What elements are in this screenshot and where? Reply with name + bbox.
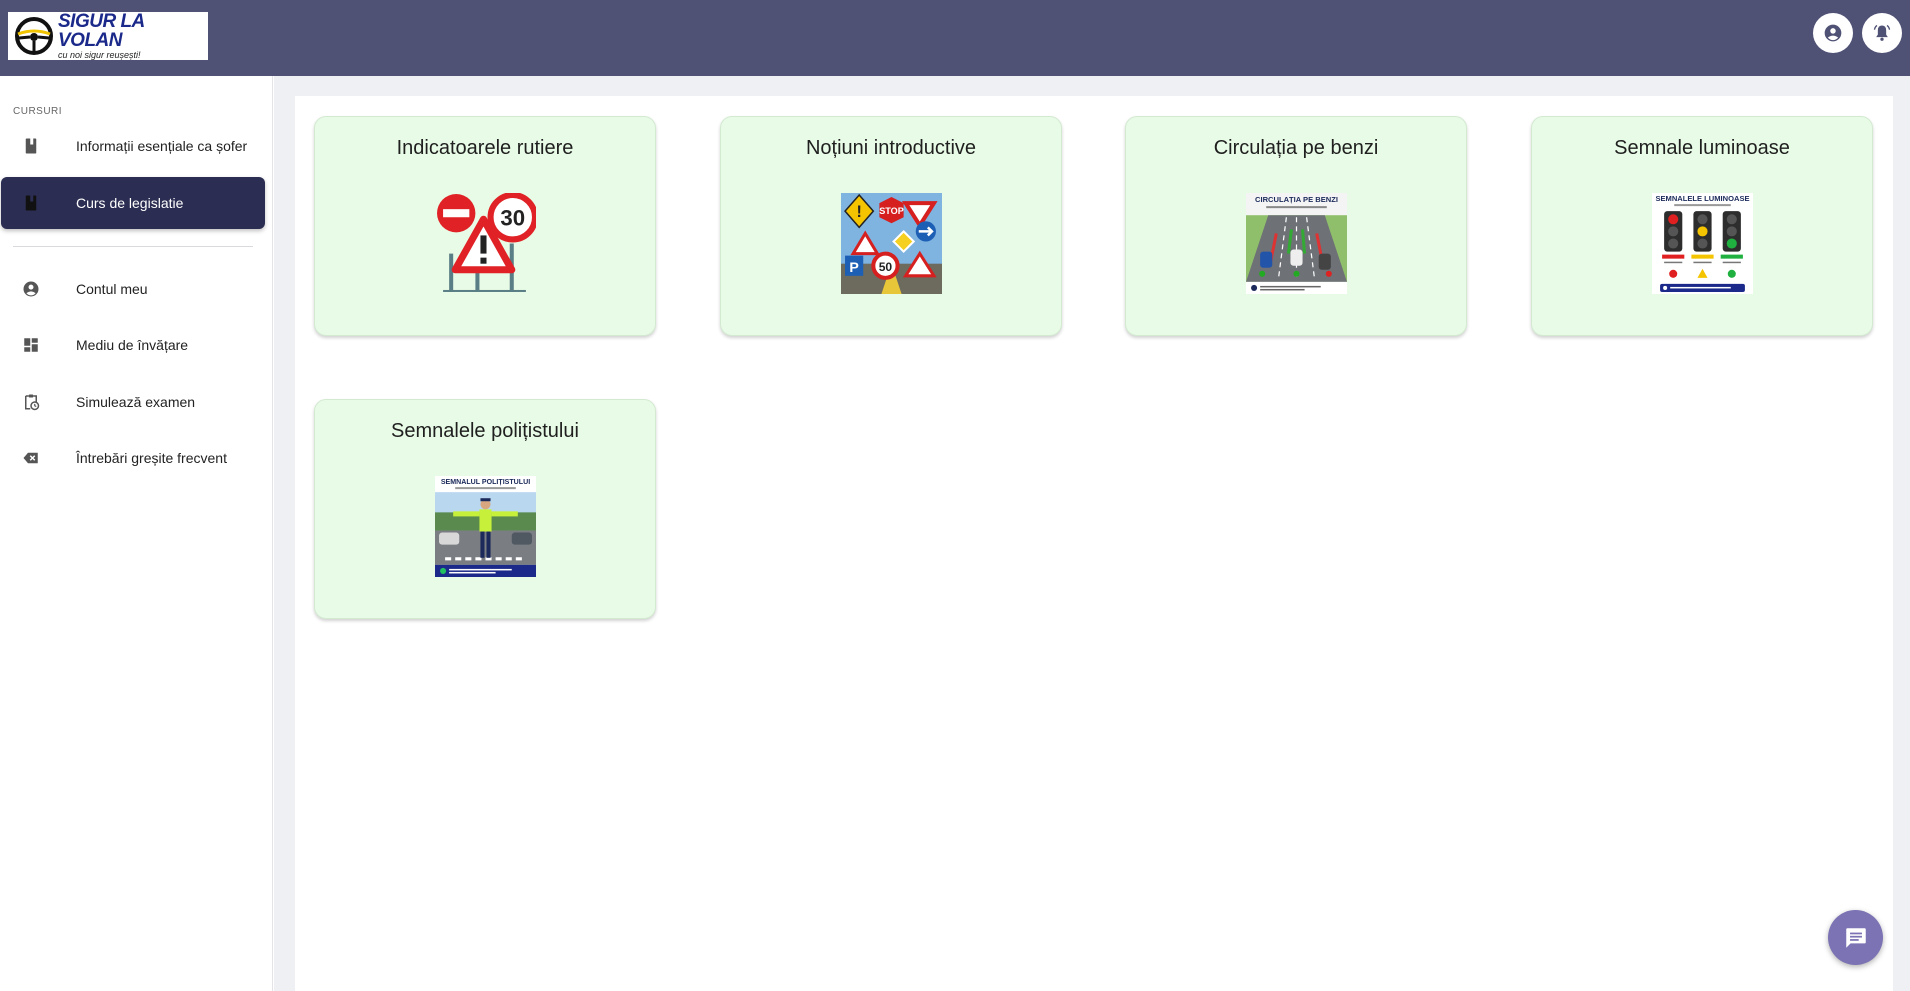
road-signs-illustration-icon: 30: [437, 193, 536, 292]
course-card-semnale-luminoase[interactable]: Semnale luminoase SEMNALELE LUMINOASE: [1531, 116, 1873, 336]
poster-title: CIRCULAȚIA PE BENZI: [1255, 195, 1338, 204]
brand-tagline: cu noi sigur reușești!: [58, 50, 141, 60]
dashboard-icon: [24, 338, 38, 352]
sidebar-item-label: Informații esențiale ca șofer: [76, 138, 248, 154]
sidebar-item-mediu-de-invatare[interactable]: Mediu de învățare: [1, 319, 265, 371]
svg-text:!: !: [856, 203, 861, 221]
course-card-notiuni-introductive[interactable]: Noțiuni introductive ! STOP P 50: [720, 116, 1062, 336]
course-card-indicatoarele-rutiere[interactable]: Indicatoarele rutiere 30: [314, 116, 656, 336]
course-card-circulatia-pe-benzi[interactable]: Circulația pe benzi CIRCULAȚIA PE BENZI: [1125, 116, 1467, 336]
sidebar-item-label: Contul meu: [76, 281, 148, 297]
sidebar: CURSURI Informații esențiale ca șofer Cu…: [0, 76, 273, 991]
sidebar-section-label: CURSURI: [13, 106, 63, 117]
steering-wheel-icon: [15, 17, 53, 55]
top-bar: SIGUR LA VOLAN cu noi sigur reușești!: [0, 0, 1910, 76]
svg-text:30: 30: [500, 205, 525, 230]
sidebar-item-informatii-esentiale[interactable]: Informații esențiale ca șofer: [1, 120, 265, 172]
notifications-button[interactable]: [1862, 13, 1902, 53]
bell-icon: [1873, 24, 1891, 41]
book-icon: [25, 195, 37, 211]
traffic-lights-poster-icon: SEMNALELE LUMINOASE: [1652, 193, 1753, 294]
lane-traffic-poster-icon: CIRCULAȚIA PE BENZI: [1246, 193, 1347, 294]
course-card-title: Noțiuni introductive: [805, 137, 977, 159]
sidebar-item-label: Mediu de învățare: [76, 337, 189, 353]
sidebar-item-contul-meu[interactable]: Contul meu: [1, 263, 265, 315]
sidebar-item-label: Simulează examen: [76, 394, 196, 410]
svg-text:STOP: STOP: [879, 206, 904, 216]
police-officer-poster-icon: SEMNALUL POLIȚISTULUI: [435, 476, 536, 577]
sidebar-item-intrebari-gresite[interactable]: Întrebări greșite frecvent: [1, 432, 265, 484]
chat-icon: [1845, 927, 1866, 948]
course-grid: Indicatoarele rutiere 30 Noțiuni introdu…: [295, 96, 1893, 991]
account-button[interactable]: [1813, 13, 1853, 53]
backspace-icon: [23, 452, 38, 464]
svg-text:P: P: [849, 259, 858, 275]
course-card-title: Semnalele polițistului: [391, 420, 579, 442]
sidebar-item-curs-de-legislatie[interactable]: Curs de legislatie: [1, 177, 265, 229]
logo[interactable]: SIGUR LA VOLAN cu noi sigur reușești!: [8, 12, 208, 60]
chat-button[interactable]: [1828, 910, 1883, 965]
sidebar-item-label: Întrebări greșite frecvent: [76, 450, 227, 466]
sidebar-item-simuleaza-examen[interactable]: Simulează examen: [1, 376, 265, 428]
account-circle-icon: [1824, 24, 1842, 42]
clipboard-clock-icon: [25, 394, 40, 411]
course-card-semnalele-politistului[interactable]: Semnalele polițistului SEMNALUL POLIȚIST…: [314, 399, 656, 619]
poster-title: SEMNALUL POLIȚISTULUI: [441, 479, 530, 486]
sidebar-divider: [13, 246, 253, 247]
book-icon: [25, 138, 37, 154]
traffic-signs-collage-icon: ! STOP P 50: [841, 193, 942, 294]
brand-name: SIGUR LA VOLAN: [58, 11, 145, 51]
course-card-title: Circulația pe benzi: [1213, 137, 1379, 159]
sidebar-item-label: Curs de legislatie: [76, 195, 184, 211]
svg-text:50: 50: [879, 260, 893, 274]
course-card-title: Semnale luminoase: [1614, 137, 1790, 159]
account-circle-icon: [23, 281, 39, 297]
poster-title: SEMNALELE LUMINOASE: [1655, 194, 1749, 203]
course-card-title: Indicatoarele rutiere: [396, 137, 574, 159]
